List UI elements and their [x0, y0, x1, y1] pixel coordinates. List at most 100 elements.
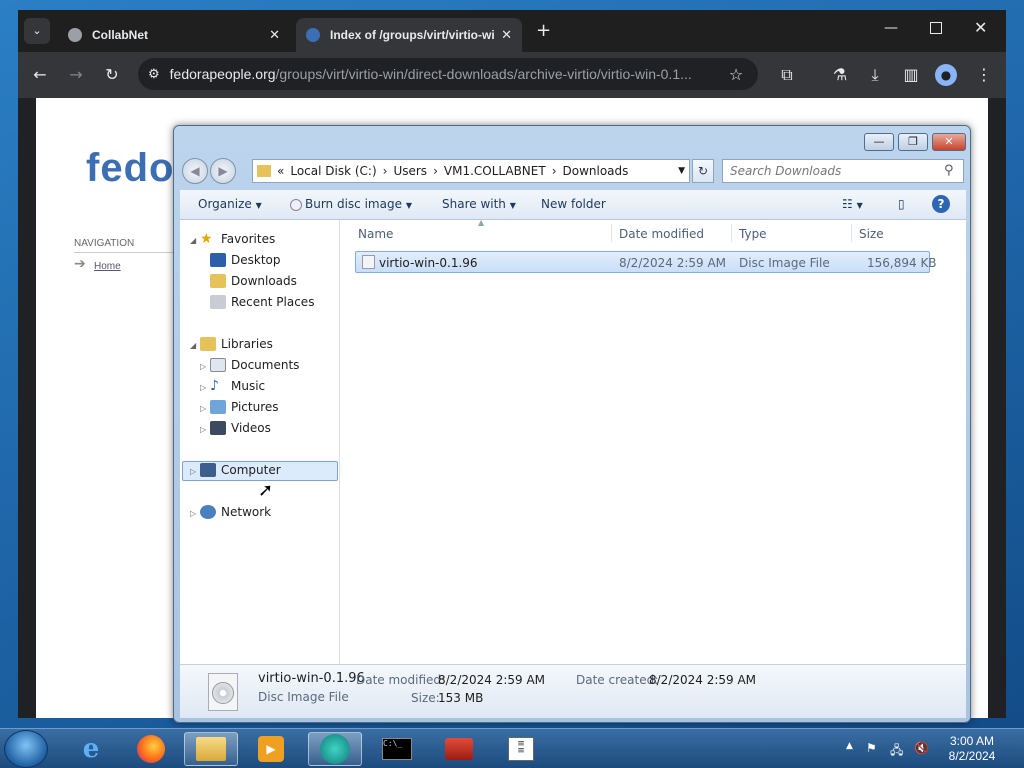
chevron-right-icon[interactable]: › — [383, 164, 388, 178]
tree-pictures[interactable]: Pictures — [210, 400, 279, 414]
details-file-name: virtio-win-0.1.96 — [258, 671, 365, 686]
tree-network[interactable]: Network — [200, 505, 271, 519]
tree-label: Desktop — [231, 253, 281, 267]
profile-icon[interactable]: ● — [935, 64, 957, 86]
tree-videos[interactable]: Videos — [210, 421, 271, 435]
explorer-window: — ❐ ✕ ◀ ▶ « Local Disk (C:) › Users › VM1.… — [173, 125, 971, 723]
share-with-button[interactable]: Share with ▼ — [442, 197, 516, 211]
tree-label: Pictures — [231, 400, 279, 414]
search-icon[interactable]: ⚲ — [944, 163, 954, 178]
puzzle-icon[interactable]: ⧉ — [774, 62, 800, 88]
close-window-icon[interactable]: ✕ — [974, 18, 987, 37]
tab-index-virtio[interactable]: Index of /groups/virt/virtio-wi ✕ — [296, 18, 522, 52]
chevron-right-icon[interactable]: › — [552, 164, 557, 178]
column-header-date[interactable]: Date modified — [619, 227, 704, 241]
maximize-button[interactable]: ❐ — [898, 133, 928, 151]
firefox-icon[interactable] — [124, 732, 178, 766]
explorer-body: ◢ ★ Favorites Desktop Downloads Recent Pl… — [180, 218, 966, 664]
music-icon: ♪ — [210, 378, 219, 394]
tree-desktop[interactable]: Desktop — [210, 253, 281, 267]
action-center-flag-icon[interactable]: ⚑ — [866, 741, 877, 755]
breadcrumb-item[interactable]: Users — [393, 164, 427, 178]
details-modified-label: Date modified: — [356, 673, 446, 687]
expand-icon[interactable]: ▷ — [190, 509, 196, 518]
nav-heading: NAVIGATION — [74, 238, 135, 249]
tree-libraries[interactable]: Libraries — [200, 337, 273, 351]
expand-icon[interactable]: ▷ — [190, 467, 196, 476]
download-icon[interactable]: ⤓ — [862, 62, 888, 88]
preview-pane-icon[interactable]: ▯ — [898, 197, 905, 211]
column-header-name[interactable]: Name — [358, 227, 393, 241]
show-hidden-icons-icon[interactable]: ▲ — [846, 741, 853, 751]
forward-button[interactable]: ▶ — [210, 158, 236, 184]
chevron-right-icon[interactable]: › — [433, 164, 438, 178]
network-tray-icon[interactable]: 🖧 — [890, 741, 903, 762]
address-bar[interactable]: ⚙ fedorapeople.org/groups/virt/virtio-wi… — [138, 58, 758, 90]
command-prompt-icon[interactable]: C:\_ — [370, 732, 424, 766]
column-header-size[interactable]: Size — [859, 227, 884, 241]
remote-app-icon[interactable] — [308, 732, 362, 766]
column-divider[interactable] — [611, 224, 612, 242]
tab-search-button[interactable]: ⌄ — [24, 18, 50, 44]
close-tab-icon[interactable]: ✕ — [501, 27, 512, 43]
tab-strip: ⌄ CollabNet ✕ Index of /groups/virt/virt… — [18, 10, 1006, 52]
organize-button[interactable]: Organize ▼ — [198, 197, 262, 211]
expand-icon[interactable]: ▷ — [200, 362, 206, 371]
file-explorer-icon[interactable] — [184, 732, 238, 766]
expand-icon[interactable]: ▷ — [200, 425, 206, 434]
side-panel-icon[interactable]: ▥ — [898, 62, 924, 88]
search-input[interactable]: Search Downloads — [722, 159, 964, 183]
tree-documents[interactable]: Documents — [210, 358, 299, 372]
tree-favorites[interactable]: ★ Favorites — [200, 232, 275, 246]
back-button[interactable]: ◀ — [182, 158, 208, 184]
close-button[interactable]: ✕ — [932, 133, 966, 151]
notepad-icon[interactable]: ≡ ≡ — [494, 732, 548, 766]
star-icon[interactable]: ☆ — [723, 62, 749, 88]
tab-collabnet[interactable]: CollabNet ✕ — [58, 18, 290, 52]
internet-explorer-icon[interactable]: e — [64, 732, 118, 766]
refresh-icon[interactable]: ↻ — [692, 159, 714, 183]
burn-disc-button[interactable]: Burn disc image ▼ — [290, 197, 412, 211]
flask-icon[interactable]: ⚗ — [827, 62, 853, 88]
close-tab-icon[interactable]: ✕ — [269, 27, 280, 43]
overflow-chevron-icon[interactable]: « — [277, 164, 284, 178]
tree-computer[interactable]: Computer — [200, 463, 281, 477]
reload-icon[interactable]: ↻ — [99, 62, 125, 88]
tree-downloads[interactable]: Downloads — [210, 274, 297, 288]
breadcrumb-item[interactable]: Downloads — [563, 164, 629, 178]
breadcrumb-item[interactable]: Local Disk (C:) — [290, 164, 376, 178]
expand-icon[interactable]: ▷ — [200, 383, 206, 392]
home-link[interactable]: Home — [94, 261, 121, 272]
maximize-icon[interactable] — [930, 22, 942, 34]
tree-music[interactable]: ♪ Music — [210, 379, 265, 393]
start-orb-icon[interactable] — [4, 730, 48, 768]
volume-muted-icon[interactable]: 🔇 — [914, 741, 929, 755]
file-row[interactable]: virtio-win-0.1.96 8/2/2024 2:59 AM Disc … — [355, 251, 937, 273]
tree-recent-places[interactable]: Recent Places — [210, 295, 314, 309]
forward-arrow-icon[interactable]: → — [63, 62, 89, 88]
column-divider[interactable] — [731, 224, 732, 242]
new-folder-button[interactable]: New folder — [541, 197, 606, 211]
toolbox-icon[interactable] — [432, 732, 486, 766]
system-clock[interactable]: 3:00 AM 8/2/2024 — [940, 734, 1004, 764]
column-divider[interactable] — [851, 224, 852, 242]
media-player-icon[interactable]: ▶ — [244, 732, 298, 766]
help-icon[interactable]: ? — [932, 195, 950, 213]
site-info-icon[interactable]: ⚙ — [148, 66, 160, 82]
expand-icon[interactable]: ▷ — [200, 404, 206, 413]
new-tab-button[interactable]: + — [536, 20, 551, 41]
view-options-icon[interactable]: ☷ ▼ — [842, 197, 863, 211]
minimize-button[interactable]: — — [864, 133, 894, 151]
computer-icon — [200, 463, 216, 477]
address-breadcrumb[interactable]: « Local Disk (C:) › Users › VM1.COLLABNET ›… — [252, 159, 690, 183]
collapse-icon[interactable]: ◢ — [190, 341, 196, 350]
column-header-type[interactable]: Type — [739, 227, 767, 241]
back-arrow-icon[interactable]: ← — [27, 62, 53, 88]
breadcrumb-item[interactable]: VM1.COLLABNET — [444, 164, 546, 178]
minimize-icon[interactable]: — — [884, 20, 898, 36]
dropdown-icon[interactable]: ▼ — [678, 166, 685, 176]
details-created-value: 8/2/2024 2:59 AM — [649, 673, 757, 687]
kebab-menu-icon[interactable]: ⋮ — [971, 62, 997, 88]
desktop-icon — [210, 253, 226, 267]
collapse-icon[interactable]: ◢ — [190, 236, 196, 245]
